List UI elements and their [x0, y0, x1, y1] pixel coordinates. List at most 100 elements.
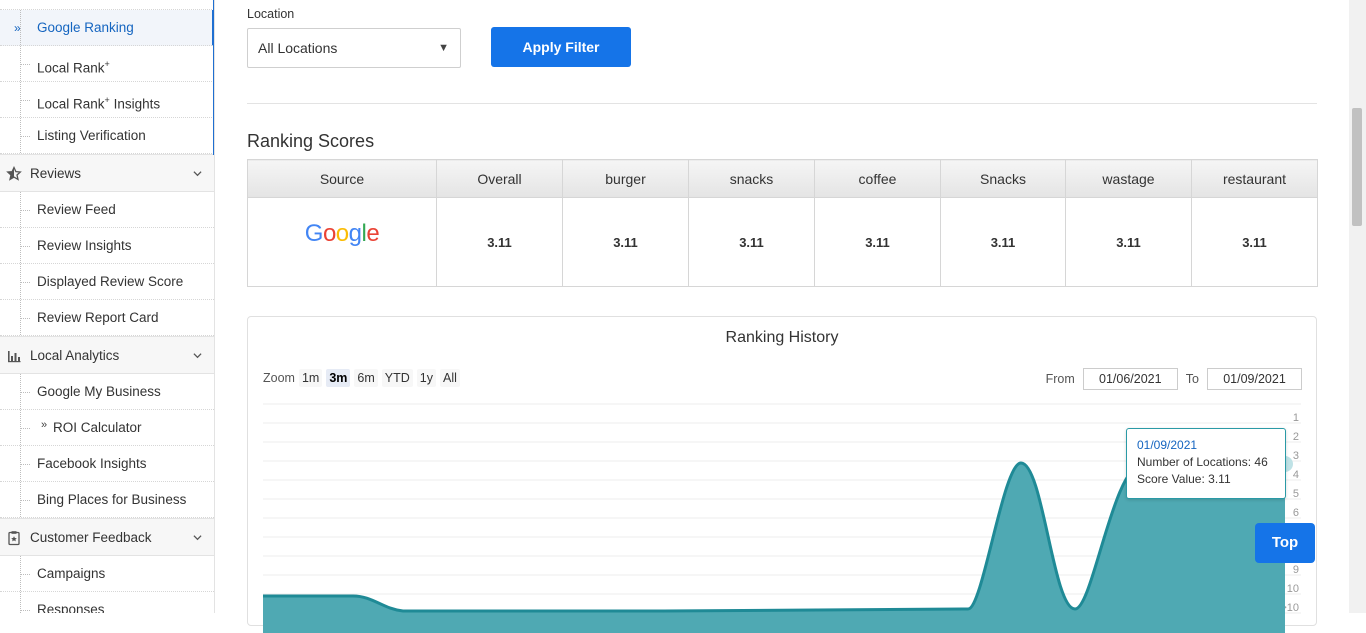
chevron-down-icon — [193, 171, 202, 177]
scroll-to-top-button[interactable]: Top — [1255, 523, 1315, 563]
table-row: Google 3.11 3.11 3.11 3.11 3.11 3.11 3.1… — [247, 197, 1318, 287]
to-label: To — [1185, 372, 1199, 386]
sidebar-item-label: Google My Business — [37, 384, 161, 399]
y-tick-label: 9 — [1293, 564, 1299, 576]
sidebar-item-campaigns[interactable]: Campaigns — [0, 556, 214, 592]
chevron-down-icon — [193, 535, 202, 541]
y-tick-label: 2 — [1293, 431, 1299, 443]
sidebar-item-responses[interactable]: Responses — [0, 592, 214, 613]
sidebar-item-review-insights[interactable]: Review Insights — [0, 228, 214, 264]
sidebar-item-label: Facebook Insights — [37, 456, 147, 471]
y-tick-label: 10 — [1287, 583, 1299, 595]
ranking-history-title: Ranking History — [725, 329, 839, 346]
tooltip-locations-value: 46 — [1254, 455, 1268, 469]
column-header: wastage — [1065, 159, 1192, 198]
score-cell: 3.11 — [814, 197, 941, 287]
sidebar-item-label: Bing Places for Business — [37, 492, 187, 507]
clipboard-star-icon — [8, 531, 20, 546]
sidebar-item-label: Local Rank — [37, 96, 105, 112]
sidebar-group-local-analytics[interactable]: Local Analytics — [0, 336, 214, 374]
tooltip-locations-label: Number of Locations: — [1137, 455, 1252, 469]
sidebar-item-label: Campaigns — [37, 566, 106, 581]
sidebar-item-facebook-insights[interactable]: Facebook Insights — [0, 446, 214, 482]
from-date-input[interactable]: 01/06/2021 — [1082, 368, 1178, 390]
ranking-scores-table: Source Overall burger snacks coffee Snac… — [247, 159, 1318, 287]
zoom-ytd-button[interactable]: YTD — [381, 369, 413, 387]
chart-tooltip: 01/09/2021 Number of Locations: 46 Score… — [1126, 428, 1286, 499]
sidebar-item-review-feed[interactable]: Review Feed — [0, 192, 214, 228]
plus-superscript: + — [104, 59, 110, 69]
ranking-history-panel: Ranking History Zoom 1m 3m 6m YTD 1y All… — [247, 316, 1317, 633]
scrollbar-thumb[interactable] — [1352, 108, 1362, 226]
apply-filter-button[interactable]: Apply Filter — [491, 27, 631, 67]
star-icon — [6, 166, 22, 181]
sidebar: » Google Ranking Local Rank+ Local Rank+… — [0, 0, 215, 613]
zoom-1m-button[interactable]: 1m — [298, 369, 323, 387]
sidebar-item-label: Displayed Review Score — [37, 274, 184, 289]
date-range: From 01/06/2021 To 01/09/2021 — [1046, 368, 1302, 390]
score-cell: 3.11 — [562, 197, 689, 287]
sidebar-group-customer-feedback[interactable]: Customer Feedback — [0, 518, 214, 556]
sidebar-item-roi-calculator[interactable]: » ROI Calculator — [0, 410, 214, 446]
tooltip-score: Score Value: 3.11 — [1137, 471, 1275, 488]
sidebar-item-label: Local Rank — [37, 60, 105, 76]
score-cell: 3.11 — [436, 197, 563, 287]
tooltip-score-value: 3.11 — [1208, 472, 1231, 486]
sidebar-item-label: Review Report Card — [37, 310, 159, 325]
sidebar-spacer — [0, 0, 214, 10]
divider — [247, 103, 1317, 104]
sidebar-item-label: ROI Calculator — [53, 420, 142, 435]
sidebar-item-local-rank[interactable]: Local Rank+ — [0, 46, 214, 82]
score-cell: 3.11 — [940, 197, 1066, 287]
double-chevron-icon: » — [14, 21, 21, 35]
tooltip-score-label: Score Value: — [1137, 472, 1205, 486]
sidebar-item-review-report-card[interactable]: Review Report Card — [0, 300, 214, 336]
from-label: From — [1045, 372, 1075, 386]
y-tick-label: 3 — [1293, 450, 1299, 462]
column-header: Snacks — [940, 159, 1066, 198]
column-header: snacks — [688, 159, 815, 198]
sidebar-item-label: Review Feed — [37, 202, 116, 217]
location-select[interactable]: All Locations ▼ — [247, 28, 461, 68]
active-section-indicator — [213, 0, 214, 155]
zoom-3m-button[interactable]: 3m — [326, 369, 351, 387]
sidebar-item-bing-places[interactable]: Bing Places for Business — [0, 482, 214, 518]
sidebar-group-label: Reviews — [30, 166, 82, 181]
zoom-all-button[interactable]: All — [439, 369, 460, 387]
chevron-down-icon — [193, 353, 202, 359]
sidebar-item-displayed-review-score[interactable]: Displayed Review Score — [0, 264, 214, 300]
google-logo: Google — [304, 220, 380, 247]
source-cell: Google — [247, 197, 437, 287]
zoom-label: Zoom — [263, 371, 295, 385]
y-tick-label: 4 — [1293, 469, 1299, 481]
sidebar-item-google-ranking[interactable]: » Google Ranking — [0, 10, 214, 46]
score-cell: 3.11 — [688, 197, 815, 287]
table-header-row: Source Overall burger snacks coffee Snac… — [247, 159, 1318, 198]
main-content: Location All Locations ▼ Apply Filter Ra… — [247, 0, 1318, 633]
sidebar-item-label-suffix: Insights — [109, 96, 161, 112]
column-header: Source — [247, 159, 437, 198]
zoom-1y-button[interactable]: 1y — [416, 369, 436, 387]
column-header: Overall — [436, 159, 563, 198]
sidebar-item-label: Google Ranking — [37, 20, 134, 35]
location-label: Location — [247, 7, 295, 21]
page-scrollbar[interactable] — [1349, 0, 1366, 613]
y-tick-label: 5 — [1293, 488, 1299, 500]
zoom-6m-button[interactable]: 6m — [354, 369, 378, 387]
double-chevron-icon: » — [41, 419, 48, 431]
y-tick-label: 6 — [1293, 507, 1299, 519]
tooltip-locations: Number of Locations: 46 — [1137, 454, 1275, 471]
sidebar-group-label: Customer Feedback — [30, 530, 152, 545]
sidebar-item-label: Review Insights — [37, 238, 132, 253]
column-header: coffee — [814, 159, 941, 198]
bar-chart-icon — [8, 351, 21, 363]
sidebar-item-google-my-business[interactable]: Google My Business — [0, 374, 214, 410]
zoom-controls: Zoom 1m 3m 6m YTD 1y All — [263, 369, 460, 387]
sidebar-item-listing-verification[interactable]: Listing Verification — [0, 118, 214, 154]
sidebar-group-reviews[interactable]: Reviews — [0, 154, 214, 192]
sidebar-group-label: Local Analytics — [30, 348, 120, 363]
y-tick-label: 1 — [1293, 412, 1299, 424]
to-date-input[interactable]: 01/09/2021 — [1207, 368, 1302, 390]
sidebar-item-local-rank-insights[interactable]: Local Rank+ Insights — [0, 82, 214, 118]
ranking-scores-title: Ranking Scores — [247, 131, 375, 151]
